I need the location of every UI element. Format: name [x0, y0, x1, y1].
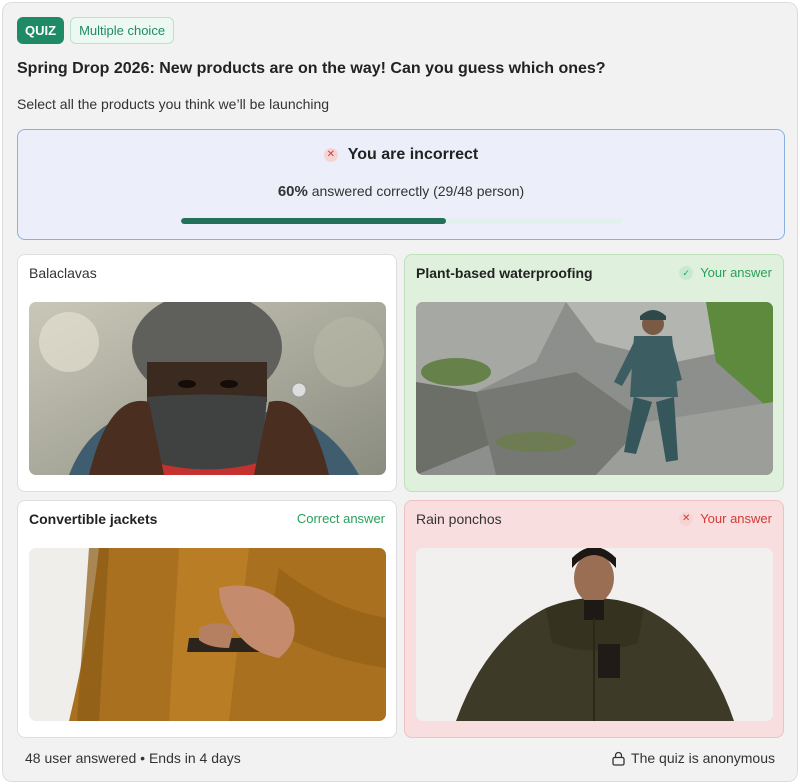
option-card-plant-based-waterproofing[interactable]: Plant-based waterproofing ✓ Your answer — [404, 254, 784, 492]
question-instruction: Select all the products you think we’ll … — [17, 96, 330, 112]
quiz-card: QUIZ Multiple choice Spring Drop 2026: N… — [2, 2, 798, 782]
poncho-photo-icon — [416, 548, 773, 721]
option-status: ✕ Your answer — [679, 511, 772, 526]
check-icon: ✓ — [679, 265, 694, 280]
option-label: Balaclavas — [29, 265, 97, 281]
progress-bar-fill — [181, 218, 446, 224]
result-panel: ✕ You are incorrect 60% answered correct… — [17, 129, 785, 240]
result-header: ✕ You are incorrect — [18, 146, 784, 164]
anonymous-text: The quiz is anonymous — [631, 750, 775, 766]
lock-icon — [612, 751, 625, 766]
result-stats: 60% answered correctly (29/48 person) — [18, 183, 784, 200]
hiker-photo-icon — [416, 302, 773, 475]
option-label: Rain ponchos — [416, 511, 502, 527]
progress-bar — [181, 218, 622, 224]
option-card-convertible-jackets[interactable]: Convertible jackets Correct answer — [17, 500, 397, 738]
option-card-balaclavas[interactable]: Balaclavas — [17, 254, 397, 492]
correct-percent: 60% — [277, 183, 308, 200]
quiz-badge: QUIZ — [17, 17, 65, 44]
option-status-text: Your answer — [700, 265, 772, 280]
option-label: Plant-based waterproofing — [416, 265, 593, 281]
option-status-text: Correct answer — [296, 511, 385, 526]
question-type-badge: Multiple choice — [70, 17, 175, 44]
tag-row: QUIZ Multiple choice — [17, 17, 175, 44]
result-stats-text: answered correctly (29/48 person) — [311, 183, 525, 199]
option-card-rain-ponchos[interactable]: Rain ponchos ✕ Your answer — [404, 500, 784, 738]
incorrect-icon: ✕ — [679, 511, 694, 526]
option-status-text: Your answer — [700, 511, 772, 526]
question-title: Spring Drop 2026: New products are on th… — [17, 60, 606, 77]
option-status: Correct answer — [297, 511, 385, 526]
option-label: Convertible jackets — [29, 511, 158, 527]
option-status: ✓ Your answer — [679, 265, 772, 280]
jacket-photo-icon — [29, 548, 386, 721]
balaclava-photo-icon — [29, 302, 386, 475]
anonymous-note: The quiz is anonymous — [612, 750, 775, 766]
quiz-meta: 48 user answered • Ends in 4 days — [25, 750, 241, 766]
result-title: You are incorrect — [347, 146, 479, 163]
incorrect-icon: ✕ — [323, 148, 338, 162]
